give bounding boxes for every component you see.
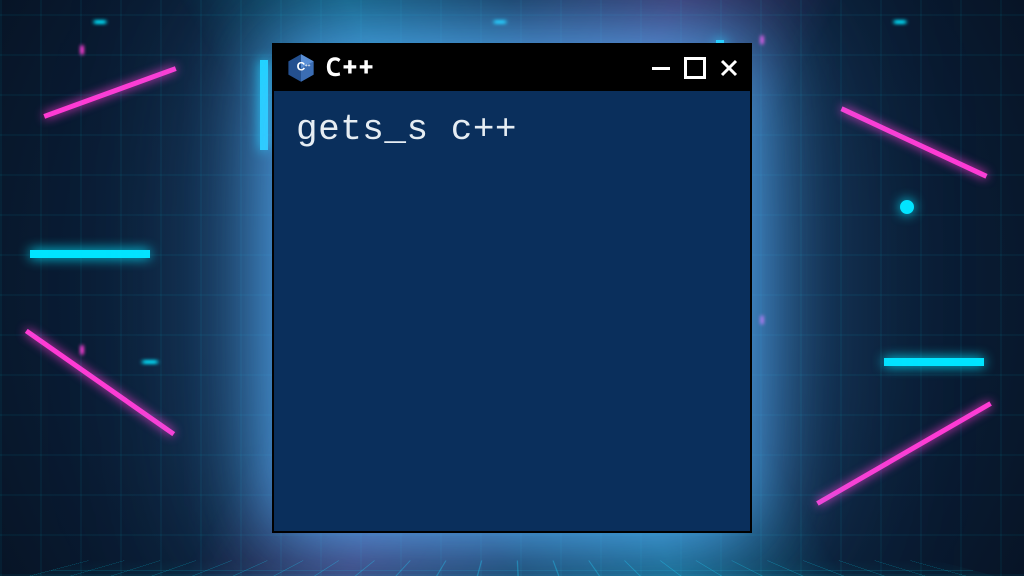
svg-text:C: C: [297, 59, 306, 73]
code-text: gets_s c++: [296, 109, 728, 150]
window-title: C++: [326, 53, 640, 83]
terminal-content[interactable]: gets_s c++: [274, 91, 750, 531]
maximize-button[interactable]: [684, 57, 706, 79]
neon-cyan-line: [884, 358, 984, 366]
neon-magenta-line: [840, 106, 987, 178]
neon-magenta-line: [43, 66, 176, 119]
neon-magenta-line: [25, 329, 175, 436]
neon-cyan-line: [260, 60, 268, 150]
close-button[interactable]: [718, 57, 740, 79]
svg-text:++: ++: [305, 64, 311, 69]
window-controls: [650, 57, 740, 79]
perspective-grid-floor: [0, 561, 1024, 576]
neon-magenta-line: [816, 401, 992, 505]
neon-cyan-line: [30, 250, 150, 258]
terminal-window: C ++ C++ gets_s c++: [272, 43, 752, 533]
titlebar[interactable]: C ++ C++: [274, 45, 750, 91]
minimize-button[interactable]: [650, 57, 672, 79]
neon-dot-icon: [900, 200, 914, 214]
cpp-logo-icon: C ++: [286, 53, 316, 83]
